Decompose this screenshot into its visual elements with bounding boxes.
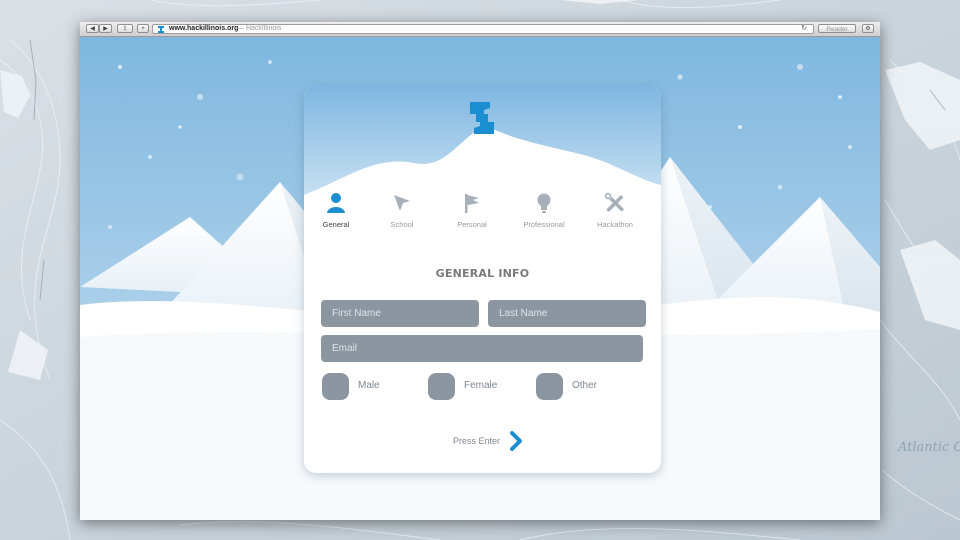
person-icon <box>327 193 345 213</box>
browser-window: ◀ ▶ ⇪ + www.hackillinois.org — HackIllin… <box>80 22 880 520</box>
registration-card: HACK ILLINOIS General School Personal Pr… <box>304 85 661 473</box>
gear-icon: ⚙ <box>865 26 871 32</box>
logo-text-illinois: ILLINOIS <box>456 156 509 168</box>
reader-button[interactable]: Reader <box>818 24 856 33</box>
url-domain: www.hackillinois.org <box>169 25 239 32</box>
new-tab-button[interactable]: + <box>137 24 149 33</box>
tools-icon <box>604 192 624 212</box>
radio-label-female: Female <box>464 380 498 391</box>
step-hackathon[interactable]: Hackathon <box>580 191 650 229</box>
share-icon: ⇪ <box>122 26 128 32</box>
step-label-hackathon: Hackathon <box>597 220 633 229</box>
last-name-field[interactable] <box>488 300 646 327</box>
reload-icon[interactable]: ↻ <box>801 25 807 33</box>
step-school[interactable]: School <box>367 191 437 229</box>
cursor-arrow-icon <box>394 195 410 211</box>
forward-button[interactable]: ▶ <box>99 24 112 33</box>
radio-label-male: Male <box>358 380 380 391</box>
browser-toolbar: ◀ ▶ ⇪ + www.hackillinois.org — HackIllin… <box>80 22 880 37</box>
chevron-right-icon[interactable] <box>509 431 523 451</box>
address-bar[interactable]: www.hackillinois.org — HackIllinois ↻ <box>152 24 814 34</box>
step-label-personal: Personal <box>457 220 487 229</box>
flag-icon <box>465 194 479 213</box>
forward-arrow-icon: ▶ <box>103 26 108 32</box>
hackillinois-favicon-icon <box>158 26 164 33</box>
map-ocean-label: Atlantic O <box>898 440 960 455</box>
page-title-in-url: — HackIllinois <box>237 25 282 32</box>
press-enter-hint: Press Enter <box>453 436 501 446</box>
web-page: HACK ILLINOIS General School Personal Pr… <box>80 37 880 520</box>
logo-text-hack: HACK <box>465 139 500 151</box>
radio-box[interactable] <box>428 373 455 400</box>
share-button[interactable]: ⇪ <box>117 24 133 33</box>
step-general[interactable]: General <box>304 191 371 229</box>
back-arrow-icon: ◀ <box>90 26 95 32</box>
step-professional[interactable]: Professional <box>509 191 579 229</box>
lightbulb-icon <box>537 193 551 213</box>
first-name-field[interactable] <box>321 300 479 327</box>
back-button[interactable]: ◀ <box>86 24 99 33</box>
plus-icon: + <box>141 26 145 32</box>
radio-label-other: Other <box>572 380 598 391</box>
step-label-general: General <box>322 220 350 229</box>
step-label-professional: Professional <box>523 220 565 229</box>
step-label-school: School <box>390 220 414 229</box>
hack-illinois-logo-icon <box>470 102 494 134</box>
radio-box[interactable] <box>536 373 563 400</box>
section-title: GENERAL INFO <box>435 267 530 280</box>
settings-button[interactable]: ⚙ <box>862 24 874 33</box>
radio-box[interactable] <box>322 373 349 400</box>
step-personal[interactable]: Personal <box>437 191 507 229</box>
email-field[interactable] <box>321 335 643 362</box>
